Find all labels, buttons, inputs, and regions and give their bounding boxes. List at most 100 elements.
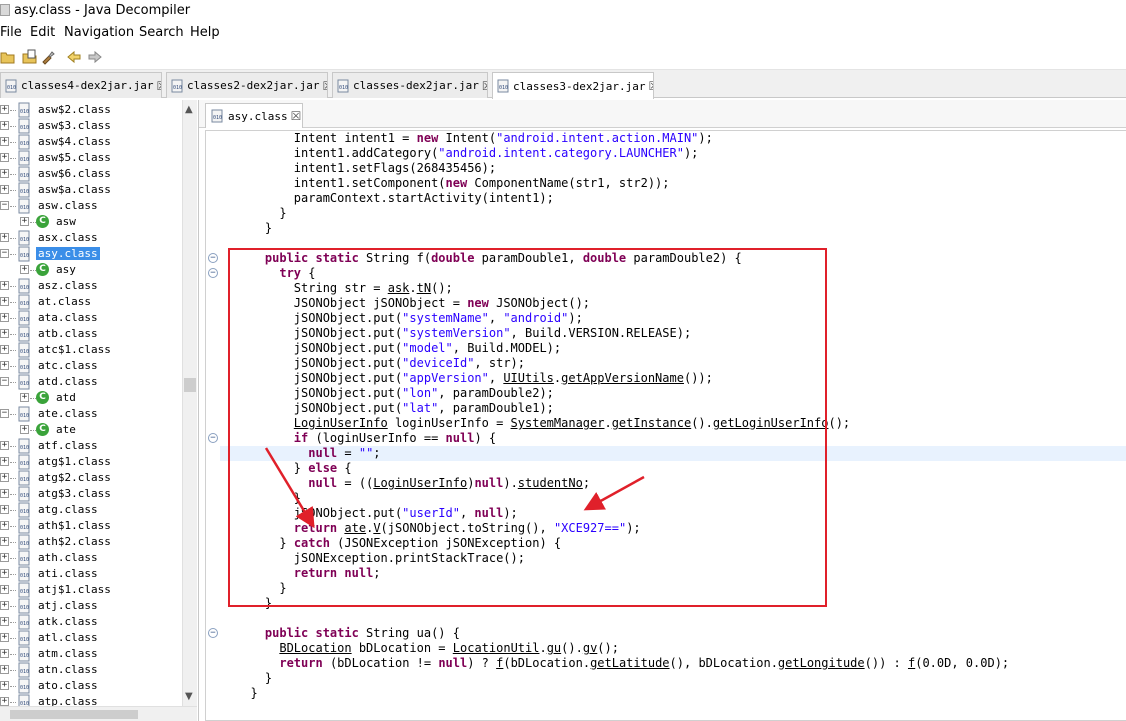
tree-item[interactable]: +010 ath$2.class	[0, 534, 182, 550]
expand-icon[interactable]: +	[20, 217, 29, 226]
tree-item[interactable]: − 010 asw.class	[0, 198, 182, 214]
tree-item[interactable]: +010 atj$1.class	[0, 582, 182, 598]
tree-item[interactable]: +010 asw$4.class	[0, 134, 182, 150]
expand-icon[interactable]: +	[0, 137, 9, 146]
fold-toggle-icon[interactable]: −	[208, 253, 218, 263]
forward-arrow-icon[interactable]	[87, 49, 103, 65]
tree-item[interactable]: − 010 atd.class	[0, 374, 182, 390]
expand-icon[interactable]: +	[0, 361, 9, 370]
code-view[interactable]: − − − − Intent intent1 = new Intent("androi…	[205, 130, 1126, 721]
expand-icon[interactable]: +	[0, 649, 9, 658]
tree-item[interactable]: + Casw	[0, 214, 182, 230]
menu-help[interactable]: Help	[190, 25, 220, 40]
open-file-icon[interactable]	[22, 49, 38, 65]
expand-icon[interactable]: +	[0, 329, 9, 338]
tree-item[interactable]: + Catd	[0, 390, 182, 406]
menu-navigation[interactable]: Navigation	[64, 25, 134, 40]
fold-toggle-icon[interactable]: −	[208, 433, 218, 443]
scroll-up-icon[interactable]: ▲	[185, 104, 193, 115]
tab-classes4-jar[interactable]: 010 classes4-dex2jar.jar ☒	[0, 72, 162, 98]
scroll-down-icon[interactable]: ▼	[185, 691, 193, 702]
fold-toggle-icon[interactable]: −	[208, 628, 218, 638]
expand-icon[interactable]: +	[0, 121, 9, 130]
expand-icon[interactable]: +	[0, 633, 9, 642]
tree-item[interactable]: + Casy	[0, 262, 182, 278]
tree-item[interactable]: +010 asw$2.class	[0, 102, 182, 118]
expand-icon[interactable]: +	[0, 553, 9, 562]
expand-icon[interactable]: +	[0, 489, 9, 498]
expand-icon[interactable]: +	[0, 697, 9, 706]
tree-item[interactable]: +010 atg.class	[0, 502, 182, 518]
tree-item[interactable]: +010 ato.class	[0, 678, 182, 694]
expand-icon[interactable]: +	[0, 185, 9, 194]
tree-item[interactable]: +010 atj.class	[0, 598, 182, 614]
tree-item[interactable]: +010 asw$5.class	[0, 150, 182, 166]
close-icon[interactable]: ☒	[322, 79, 327, 93]
menu-edit[interactable]: Edit	[30, 25, 55, 40]
tree-item[interactable]: +010 atb.class	[0, 326, 182, 342]
expand-icon[interactable]: +	[0, 281, 9, 290]
tree-item[interactable]: − 010 ate.class	[0, 406, 182, 422]
menu-file[interactable]: File	[0, 25, 22, 40]
tree-item[interactable]: +010 atg$2.class	[0, 470, 182, 486]
tree-item[interactable]: − 010 asy.class	[0, 246, 182, 262]
tree-item[interactable]: +010 ati.class	[0, 566, 182, 582]
tree-item[interactable]: + Cate	[0, 422, 182, 438]
tree-item[interactable]: +010 atp.class	[0, 694, 182, 706]
open-folder-icon[interactable]	[0, 49, 16, 65]
expand-icon[interactable]: +	[0, 169, 9, 178]
collapse-icon[interactable]: −	[0, 409, 9, 418]
tree-item[interactable]: +010 atk.class	[0, 614, 182, 630]
menu-search[interactable]: Search	[139, 25, 184, 40]
tree-item[interactable]: +010 ath$1.class	[0, 518, 182, 534]
tree-item[interactable]: +010 ata.class	[0, 310, 182, 326]
expand-icon[interactable]: +	[20, 265, 29, 274]
tree-item[interactable]: +010 atn.class	[0, 662, 182, 678]
collapse-icon[interactable]: −	[0, 201, 9, 210]
tree-item[interactable]: +010 atl.class	[0, 630, 182, 646]
expand-icon[interactable]: +	[0, 521, 9, 530]
tab-classes-jar[interactable]: 010 classes-dex2jar.jar ☒	[332, 72, 488, 98]
expand-icon[interactable]: +	[0, 473, 9, 482]
tree-item[interactable]: +010 atm.class	[0, 646, 182, 662]
tree-item[interactable]: +010 asw$a.class	[0, 182, 182, 198]
tree-item[interactable]: +010 asz.class	[0, 278, 182, 294]
expand-icon[interactable]: +	[0, 617, 9, 626]
fold-toggle-icon[interactable]: −	[208, 268, 218, 278]
expand-icon[interactable]: +	[0, 537, 9, 546]
expand-icon[interactable]: +	[0, 313, 9, 322]
expand-icon[interactable]: +	[0, 585, 9, 594]
close-icon[interactable]: ☒	[482, 79, 487, 93]
expand-icon[interactable]: +	[0, 681, 9, 690]
tree-item[interactable]: +010 atc$1.class	[0, 342, 182, 358]
tree-item[interactable]: +010 ath.class	[0, 550, 182, 566]
scrollbar-thumb[interactable]	[10, 710, 138, 719]
back-arrow-icon[interactable]	[66, 49, 82, 65]
close-icon[interactable]: ☒	[156, 79, 161, 93]
expand-icon[interactable]: +	[0, 457, 9, 466]
expand-icon[interactable]: +	[20, 393, 29, 402]
tree-item[interactable]: +010 asx.class	[0, 230, 182, 246]
expand-icon[interactable]: +	[0, 105, 9, 114]
expand-icon[interactable]: +	[0, 153, 9, 162]
expand-icon[interactable]: +	[20, 425, 29, 434]
tree-item[interactable]: +010 at.class	[0, 294, 182, 310]
close-icon[interactable]: ☒	[648, 79, 653, 93]
tree-item[interactable]: +010 atg$3.class	[0, 486, 182, 502]
tree-item[interactable]: +010 atc.class	[0, 358, 182, 374]
scrollbar-thumb[interactable]	[184, 378, 196, 392]
tree-item[interactable]: +010 atg$1.class	[0, 454, 182, 470]
expand-icon[interactable]: +	[0, 569, 9, 578]
tree-horizontal-scrollbar[interactable]	[0, 706, 197, 721]
tab-classes2-jar[interactable]: 010 classes2-dex2jar.jar ☒	[166, 72, 328, 98]
tab-classes3-jar[interactable]: 010 classes3-dex2jar.jar ☒	[492, 72, 654, 99]
collapse-icon[interactable]: −	[0, 377, 9, 386]
expand-icon[interactable]: +	[0, 441, 9, 450]
tree-item[interactable]: +010 asw$6.class	[0, 166, 182, 182]
tab-asy-class[interactable]: 010 asy.class ☒	[205, 103, 303, 128]
tree-scrollbar[interactable]: ▲ ▼	[182, 100, 197, 706]
tree-item[interactable]: +010 asw$3.class	[0, 118, 182, 134]
search-icon[interactable]	[40, 49, 56, 65]
expand-icon[interactable]: +	[0, 297, 9, 306]
expand-icon[interactable]: +	[0, 233, 9, 242]
